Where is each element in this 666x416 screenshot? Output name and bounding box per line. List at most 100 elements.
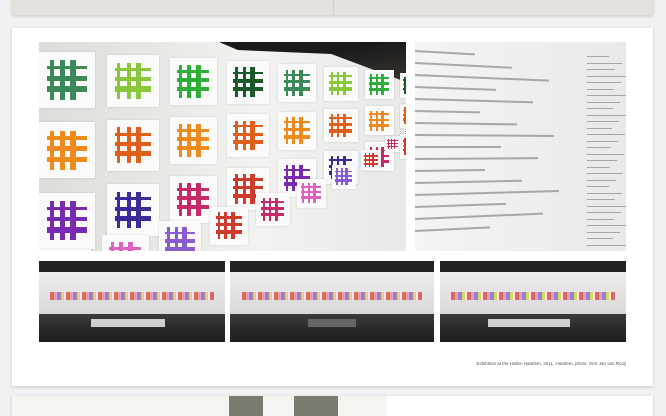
text-line	[587, 225, 626, 226]
text-line	[415, 110, 480, 113]
text-line	[415, 50, 475, 55]
artwork-grid	[385, 136, 401, 152]
grid-bar	[196, 65, 201, 98]
grid-bar	[47, 136, 86, 139]
text-line	[587, 95, 626, 96]
photo-caption: Exhibition at the Hallen Haarlem, 2011, …	[477, 361, 627, 366]
grid-bar	[115, 151, 151, 156]
grid-bar	[47, 146, 86, 150]
photo-gallery-view-1[interactable]	[39, 261, 225, 342]
text-line	[587, 186, 609, 187]
photo-gallery-view-2[interactable]	[230, 261, 434, 342]
grid-bar	[177, 196, 210, 200]
artwork-grid	[278, 112, 316, 150]
grid-bar	[381, 74, 384, 94]
next-card	[12, 396, 653, 416]
artwork-grid	[365, 70, 394, 99]
grid-bar	[343, 114, 346, 137]
grid-bar	[47, 157, 86, 163]
artwork-grid	[324, 109, 358, 143]
text-line	[415, 203, 506, 208]
text-line	[415, 62, 512, 69]
grid-bar	[369, 88, 389, 91]
grid-bar	[128, 242, 133, 251]
artwork-grid	[365, 106, 394, 135]
previous-card	[12, 0, 653, 15]
text-line	[587, 69, 615, 70]
artwork-grid	[107, 55, 159, 107]
grid-bar	[301, 191, 321, 193]
grid-bar	[329, 75, 352, 77]
text-line	[587, 102, 620, 103]
text-line	[415, 226, 490, 232]
grid-bar	[233, 72, 263, 75]
grid-bar	[329, 123, 352, 126]
grid-bar	[369, 77, 389, 79]
grid-bar	[165, 232, 195, 235]
text-line	[587, 199, 615, 200]
text-line	[587, 154, 624, 155]
grid-bar	[335, 175, 352, 177]
grid-bar	[329, 117, 352, 119]
grid-bar	[177, 129, 210, 132]
artwork-grid	[170, 117, 217, 164]
text-line	[415, 134, 554, 137]
grid-bar	[216, 223, 243, 226]
text-line	[587, 167, 610, 168]
grid-bar	[165, 239, 195, 242]
grid-bar	[233, 79, 263, 82]
text-line	[415, 98, 533, 103]
photo-color-grids-wall[interactable]	[39, 42, 406, 251]
text-line	[587, 141, 618, 142]
text-line	[415, 169, 485, 172]
grid-bar	[177, 87, 210, 92]
grid-bar	[47, 207, 86, 210]
grid-bar	[136, 192, 141, 228]
text-line	[415, 86, 496, 91]
artwork-grid	[400, 104, 407, 129]
grid-bar	[284, 80, 311, 83]
grid-bar	[299, 70, 303, 97]
artwork-grid	[159, 221, 202, 251]
grid-bar	[329, 159, 352, 161]
grid-bar	[250, 174, 254, 204]
grid-bar	[369, 82, 389, 84]
artwork-grid	[39, 249, 91, 251]
grid-bar	[177, 205, 210, 210]
grid-bar	[47, 217, 86, 221]
grid-bar	[381, 147, 384, 167]
artwork-grid	[39, 122, 95, 178]
photo-gallery-view-3[interactable]	[440, 261, 626, 342]
text-line	[415, 146, 501, 148]
grid-bar	[275, 198, 278, 221]
text-line	[587, 134, 625, 135]
grid-bar	[405, 133, 406, 134]
grid-bar	[329, 87, 352, 90]
grid-bar	[177, 146, 210, 151]
artwork-grid	[39, 52, 95, 108]
grid-bar	[364, 159, 378, 161]
grid-bar	[136, 127, 141, 163]
text-line	[415, 180, 522, 184]
text-line	[587, 173, 623, 174]
grid-bar	[364, 163, 378, 165]
grid-bar	[70, 131, 76, 170]
grid-bar	[387, 146, 398, 148]
artwork-grid	[278, 64, 316, 102]
grid-bar	[216, 216, 243, 218]
grid-bar	[177, 137, 210, 141]
grid-bar	[301, 196, 321, 199]
text-line	[587, 63, 622, 64]
grid-bar	[177, 70, 210, 73]
grid-bar	[403, 110, 406, 111]
grid-bar	[70, 60, 76, 99]
photo-text-wall[interactable]	[415, 42, 626, 251]
artwork-grid	[400, 73, 407, 98]
artwork-grid	[332, 165, 357, 190]
grid-bar	[301, 186, 321, 188]
grid-bar	[381, 111, 384, 131]
grid-bar	[405, 129, 406, 130]
grid-bar	[261, 201, 284, 203]
grid-bar	[109, 247, 142, 250]
grid-bar	[233, 140, 263, 144]
